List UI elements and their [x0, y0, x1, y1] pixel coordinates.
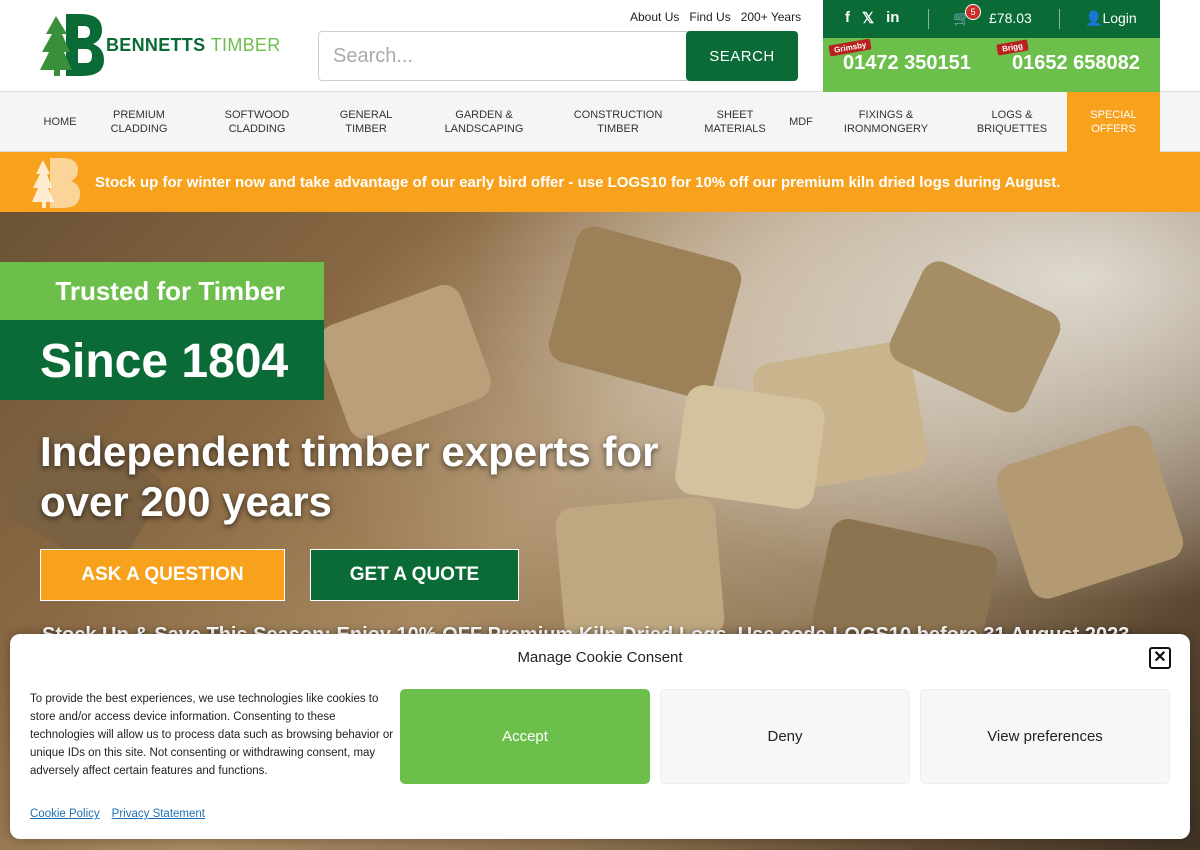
promo-banner-text[interactable]: Stock up for winter now and take advanta…	[95, 174, 1060, 191]
main-nav: HOME PREMIUM CLADDING SOFTWOOD CLADDING …	[0, 92, 1200, 152]
cookie-policy-link[interactable]: Cookie Policy	[30, 808, 100, 820]
cart-total[interactable]: £78.03	[989, 10, 1032, 26]
phone-brigg[interactable]: 01652 658082	[1012, 52, 1140, 75]
log-image	[314, 279, 496, 445]
cookie-dialog-title: Manage Cookie Consent	[517, 649, 683, 666]
x-twitter-icon[interactable]: 𝕏	[862, 9, 874, 27]
phone-grimsby[interactable]: 01472 350151	[843, 52, 971, 75]
header-utility-bar: f 𝕏 in 🛒 5 £78.03 👤Login	[823, 0, 1160, 38]
logo-name-bold: BENNETTS	[106, 35, 206, 55]
search-button[interactable]: SEARCH	[686, 31, 798, 81]
tree-b-logo-icon	[40, 14, 104, 76]
logo-name-light: TIMBER	[210, 35, 281, 55]
top-link-about[interactable]: About Us	[630, 10, 679, 24]
cookie-consent-dialog: Manage Cookie Consent ✕ To provide the b…	[10, 634, 1190, 839]
site-logo[interactable]: BENNETTS TIMBER	[40, 12, 280, 78]
nav-item-general-timber[interactable]: GENERAL TIMBER	[326, 92, 406, 152]
search-bar: SEARCH	[318, 31, 798, 81]
linkedin-icon[interactable]: in	[886, 9, 899, 27]
privacy-statement-link[interactable]: Privacy Statement	[112, 808, 205, 820]
nav-item-construction-timber[interactable]: CONSTRUCTION TIMBER	[570, 92, 666, 152]
b-logo-icon	[32, 158, 80, 208]
get-quote-button[interactable]: GET A QUOTE	[310, 549, 519, 601]
close-icon[interactable]: ✕	[1149, 647, 1171, 669]
logo-wordmark: BENNETTS TIMBER	[106, 35, 281, 56]
nav-item-sheet-materials[interactable]: SHEET MATERIALS	[700, 92, 770, 152]
nav-item-mdf[interactable]: MDF	[781, 92, 821, 152]
divider	[928, 9, 929, 29]
nav-item-home[interactable]: HOME	[30, 92, 90, 152]
divider	[1059, 9, 1060, 29]
accept-cookies-button[interactable]: Accept	[400, 689, 650, 784]
user-icon: 👤	[1085, 10, 1103, 26]
view-preferences-button[interactable]: View preferences	[920, 689, 1170, 784]
login-label: Login	[1102, 10, 1137, 26]
deny-cookies-button[interactable]: Deny	[660, 689, 910, 784]
nav-item-fixings-ironmongery[interactable]: FIXINGS & IRONMONGERY	[838, 92, 934, 152]
hero-headline: Independent timber experts for over 200 …	[40, 428, 659, 525]
top-link-find-us[interactable]: Find Us	[689, 10, 730, 24]
ask-question-button[interactable]: ASK A QUESTION	[40, 549, 285, 601]
top-links: About Us Find Us 200+ Years	[630, 10, 801, 24]
header-account-panel: f 𝕏 in 🛒 5 £78.03 👤Login Grimsby 01472 3…	[823, 0, 1160, 92]
nav-item-logs-briquettes[interactable]: LOGS & BRIQUETTES	[970, 92, 1054, 152]
nav-item-premium-cladding[interactable]: PREMIUM CLADDING	[104, 92, 174, 152]
nav-item-special-offers[interactable]: SPECIAL OFFERS	[1067, 92, 1160, 152]
nav-item-softwood-cladding[interactable]: SOFTWOOD CLADDING	[212, 92, 302, 152]
site-header: BENNETTS TIMBER About Us Find Us 200+ Ye…	[0, 0, 1200, 92]
top-link-history[interactable]: 200+ Years	[741, 10, 801, 24]
login-link[interactable]: 👤Login	[1085, 10, 1137, 27]
cookie-links: Cookie Policy Privacy Statement	[30, 808, 205, 820]
hero-tagline-trusted: Trusted for Timber	[55, 276, 285, 306]
promo-banner: Stock up for winter now and take advanta…	[0, 152, 1200, 212]
phone-bar: Grimsby 01472 350151 Brigg 01652 658082	[823, 38, 1160, 92]
log-image	[992, 420, 1188, 604]
social-links: f 𝕏 in	[845, 9, 899, 27]
cart-count-badge: 5	[965, 4, 981, 20]
search-input[interactable]	[318, 31, 690, 81]
log-image	[544, 222, 746, 402]
cookie-dialog-body: To provide the best experiences, we use …	[30, 693, 394, 777]
nav-item-garden-landscaping[interactable]: GARDEN & LANDSCAPING	[440, 92, 528, 152]
facebook-icon[interactable]: f	[845, 9, 850, 27]
hero-tagline-since: Since 1804	[40, 335, 289, 388]
log-image	[673, 382, 827, 512]
